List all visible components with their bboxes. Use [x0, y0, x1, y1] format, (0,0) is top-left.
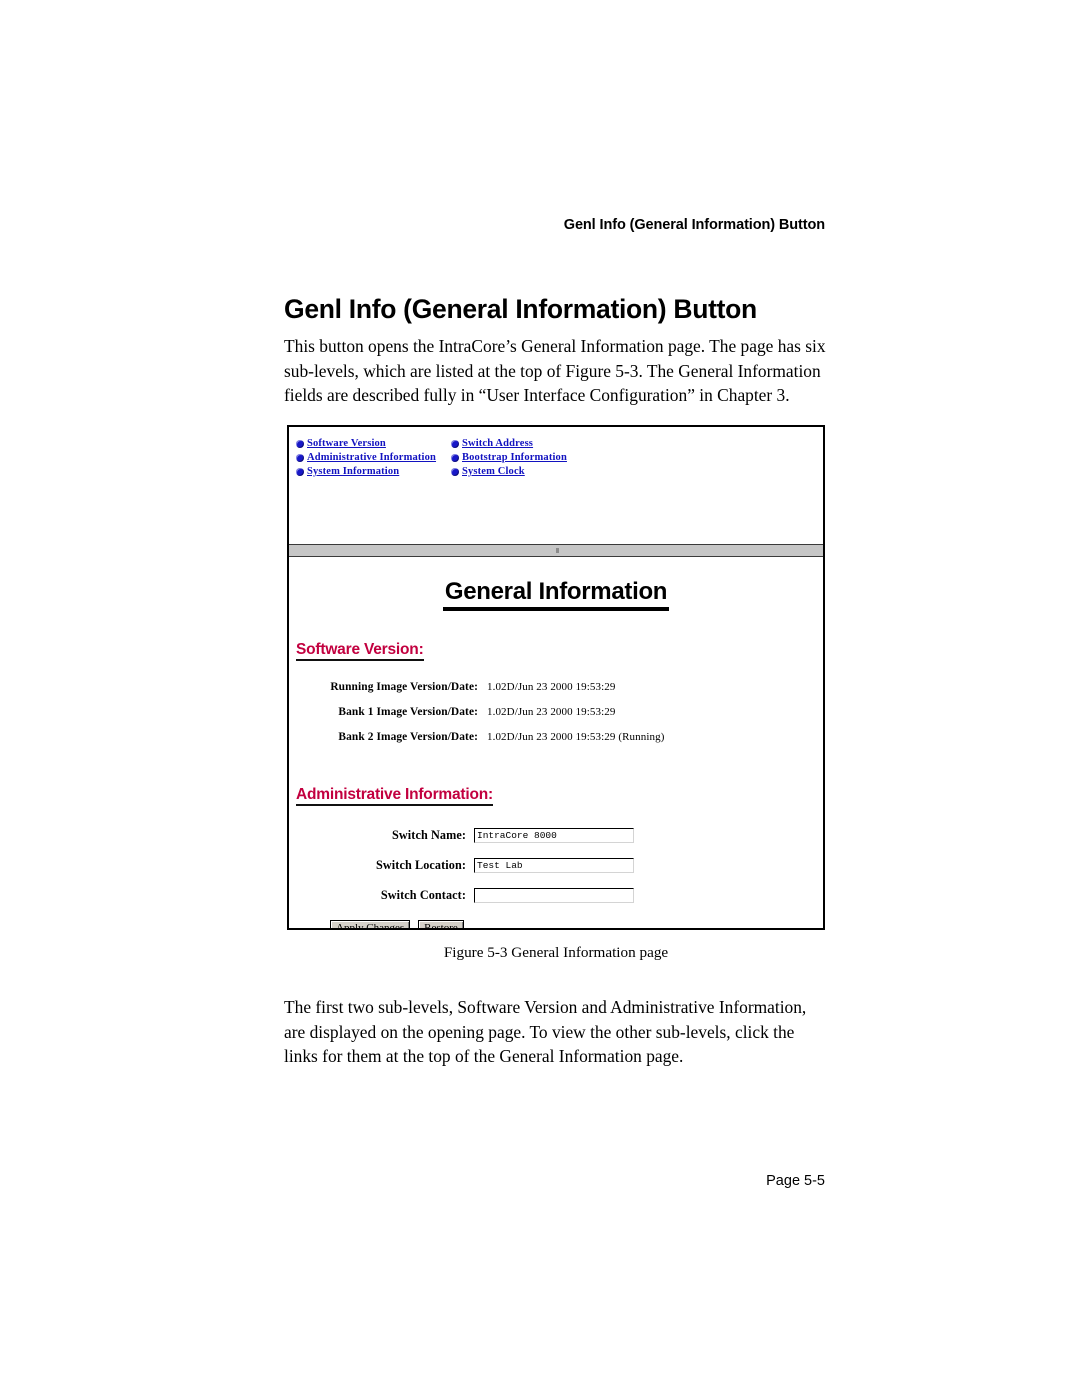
bullet-icon [451, 439, 459, 448]
nav-link-software-version[interactable]: Software Version [296, 438, 451, 449]
nav-link-label: Switch Address [462, 438, 534, 449]
nav-link-bootstrap-information[interactable]: Bootstrap Information [451, 452, 823, 463]
bullet-icon [451, 453, 459, 462]
navigation-links-grid: Software Version Switch Address Administ… [296, 438, 823, 477]
apply-changes-button[interactable]: Apply Changes [330, 920, 411, 928]
section-heading-software-version: Software Version: [296, 641, 424, 661]
switch-location-label: Switch Location: [376, 857, 466, 872]
figure-screenshot: Software Version Switch Address Administ… [287, 425, 825, 930]
running-image-value: 1.02D/Jun 23 2000 19:53:29 [487, 681, 616, 693]
bank2-image-label: Bank 2 Image Version/Date: [338, 731, 478, 743]
nav-link-label: System Information [307, 466, 400, 477]
nav-link-switch-address[interactable]: Switch Address [451, 438, 823, 449]
table-row: Running Image Version/Date: 1.02D/Jun 23… [289, 681, 823, 706]
nav-link-label: Software Version [307, 438, 386, 449]
frame-divider-grip-icon [556, 548, 559, 553]
bullet-icon [296, 467, 304, 476]
table-row: Bank 1 Image Version/Date: 1.02D/Jun 23 … [289, 706, 823, 731]
bullet-icon [296, 453, 304, 462]
form-row-switch-location: Switch Location: Test Lab [289, 850, 823, 880]
restore-button[interactable]: Restore [418, 920, 464, 928]
frame-divider[interactable] [289, 544, 823, 557]
closing-paragraph: The first two sub-levels, Software Versi… [284, 997, 807, 1066]
bank1-image-value: 1.02D/Jun 23 2000 19:53:29 [487, 706, 616, 718]
switch-name-label: Switch Name: [392, 827, 466, 842]
nav-link-label: Bootstrap Information [462, 452, 567, 463]
table-row: Bank 2 Image Version/Date: 1.02D/Jun 23 … [289, 731, 823, 756]
switch-name-input[interactable]: IntraCore 8000 [474, 827, 634, 843]
bank2-image-value: 1.02D/Jun 23 2000 19:53:29 (Running) [487, 731, 665, 743]
software-version-table: Running Image Version/Date: 1.02D/Jun 23… [289, 681, 823, 756]
form-row-switch-contact: Switch Contact: [289, 880, 823, 910]
form-row-switch-name: Switch Name: IntraCore 8000 [289, 820, 823, 850]
nav-link-system-clock[interactable]: System Clock [451, 466, 823, 477]
running-header: Genl Info (General Information) Button [563, 217, 825, 233]
switch-location-input[interactable]: Test Lab [474, 857, 634, 873]
running-image-label: Running Image Version/Date: [330, 681, 478, 693]
bullet-icon [451, 467, 459, 476]
page-title: Genl Info (General Information) Button [284, 293, 757, 324]
administrative-information-form: Switch Name: IntraCore 8000 Switch Locat… [289, 820, 823, 910]
figure-caption: Figure 5-3 General Information page [443, 944, 669, 961]
switch-contact-label: Switch Contact: [380, 887, 466, 902]
section-heading-administrative-information: Administrative Information: [296, 786, 493, 806]
nav-link-label: Administrative Information [307, 452, 437, 463]
section-heading-administrative-information-text: Administrative Information: [296, 786, 493, 806]
switch-contact-input[interactable] [474, 887, 634, 903]
general-information-heading: General Information [289, 578, 823, 611]
form-button-row: Apply Changes Restore [330, 920, 464, 928]
nav-link-label: System Clock [462, 466, 525, 477]
navigation-links-frame: Software Version Switch Address Administ… [289, 427, 823, 544]
bank1-image-label: Bank 1 Image Version/Date: [338, 706, 478, 718]
nav-link-administrative-information[interactable]: Administrative Information [296, 452, 451, 463]
general-information-content-frame: General Information Software Version: Ru… [289, 557, 823, 928]
nav-link-system-information[interactable]: System Information [296, 466, 451, 477]
bullet-icon [296, 439, 304, 448]
section-heading-software-version-text: Software Version: [296, 641, 424, 661]
page-footer: Page 5-5 [766, 1173, 825, 1189]
intro-paragraph: This button opens the IntraCore’s Genera… [284, 336, 826, 405]
general-information-heading-text: General Information [442, 578, 670, 611]
